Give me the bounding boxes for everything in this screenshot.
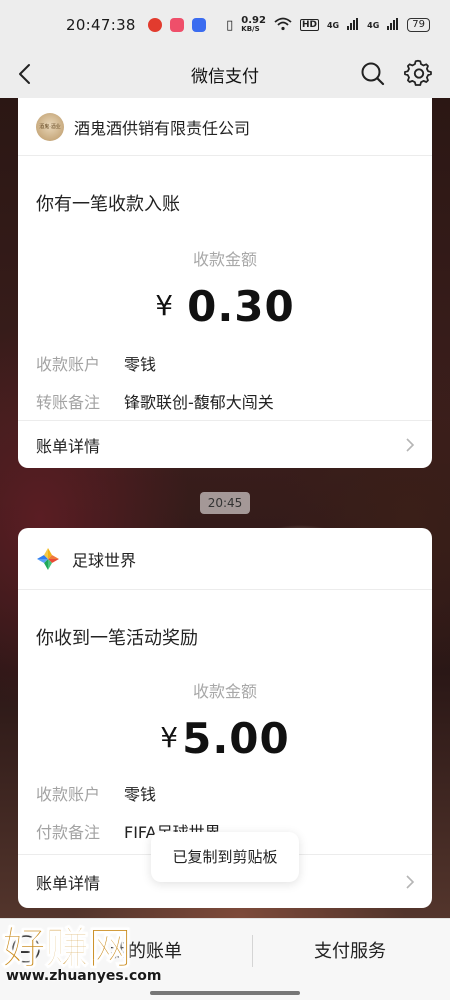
battery-indicator: 79 [407,18,430,32]
currency-symbol: ¥ [155,289,174,322]
message-timestamp: 20:45 [200,492,250,514]
amount-value: ¥5.00 [36,714,414,763]
top-nav-bar: 微信支付 [0,50,450,98]
detail-key: 收款账户 [36,785,101,804]
card-message: 你有一笔收款入账 [36,194,180,215]
bill-details-link[interactable]: 账单详情 [18,420,432,468]
signal-1-icon [347,17,359,33]
app-notification-icon [147,18,162,32]
amount-label: 收款金额 [192,682,257,701]
merchant-name: 足球世界 [72,550,137,570]
amount-value: ¥0.30 [36,282,414,331]
detail-value: 锋歌联创-馥郁大闯关 [124,393,274,412]
card-header[interactable]: 足球世界 [18,528,432,590]
detail-row: 收款账户 零钱 [36,351,414,375]
signal-2-label: 4G [367,20,380,30]
detail-value: 零钱 [124,785,157,804]
bottom-menu-bar: 我的账单 支付服务 [0,918,450,1000]
bill-details-label: 账单详情 [36,873,101,893]
amount-number: 0.30 [187,282,295,331]
home-indicator[interactable] [150,991,300,995]
chevron-right-icon [404,873,416,891]
status-time: 20:47:38 [66,16,136,34]
payment-services-tab[interactable]: 支付服务 [314,937,386,963]
detail-row: 转账备注 锋歌联创-馥郁大闯关 [36,389,414,413]
detail-key: 转账备注 [36,393,101,412]
back-arrow-icon[interactable] [12,60,40,88]
detail-key: 付款备注 [36,823,101,842]
tab-divider [252,935,253,967]
card-header[interactable]: 酒鬼·酒业 酒鬼酒供销有限责任公司 [18,98,432,156]
card-body: 你收到一笔活动奖励 收款金额 ¥5.00 收款账户 零钱 付款备注 FIFA足球… [18,624,432,843]
signal-1-label: 4G [326,20,340,30]
detail-value: 零钱 [124,355,157,374]
status-bar: 20:47:38 ▯ 0.92 KB/S HD 4G 4G 79 [0,0,450,50]
amount-label: 收款金额 [192,250,257,269]
app-notification-icon [191,18,206,32]
network-speed: 0.92 KB/S [241,15,266,34]
card-body: 你有一笔收款入账 收款金额 ¥0.30 收款账户 零钱 转账备注 锋歌联创-馥郁… [18,190,432,413]
my-bills-tab[interactable]: 我的账单 [110,937,182,963]
merchant-name: 酒鬼酒供销有限责任公司 [74,118,251,138]
page-title: 微信支付 [191,66,259,87]
payment-notification-card[interactable]: 酒鬼·酒业 酒鬼酒供销有限责任公司 你有一笔收款入账 收款金额 ¥0.30 收款… [18,98,432,468]
gear-icon[interactable] [404,59,434,89]
search-icon[interactable] [358,59,388,89]
bill-details-label: 账单详情 [36,436,101,456]
wifi-icon [274,17,292,34]
app-notification-icon [169,18,184,32]
amount-number: 5.00 [182,714,290,763]
merchant-logo: 酒鬼·酒业 [36,112,64,141]
currency-symbol: ¥ [160,721,179,754]
keyboard-icon[interactable] [10,933,42,965]
signal-2-icon [387,17,399,33]
vibrate-icon: ▯ [226,17,234,33]
football-world-logo-icon [36,547,60,571]
chevron-right-icon [404,436,416,454]
hd-badge: HD [299,19,319,31]
card-message: 你收到一笔活动奖励 [36,628,198,649]
copied-toast: 已复制到剪贴板 [151,832,299,882]
detail-key: 收款账户 [36,355,101,374]
detail-row: 收款账户 零钱 [36,781,414,805]
status-indicators: ▯ 0.92 KB/S HD 4G 4G 79 [226,16,430,34]
